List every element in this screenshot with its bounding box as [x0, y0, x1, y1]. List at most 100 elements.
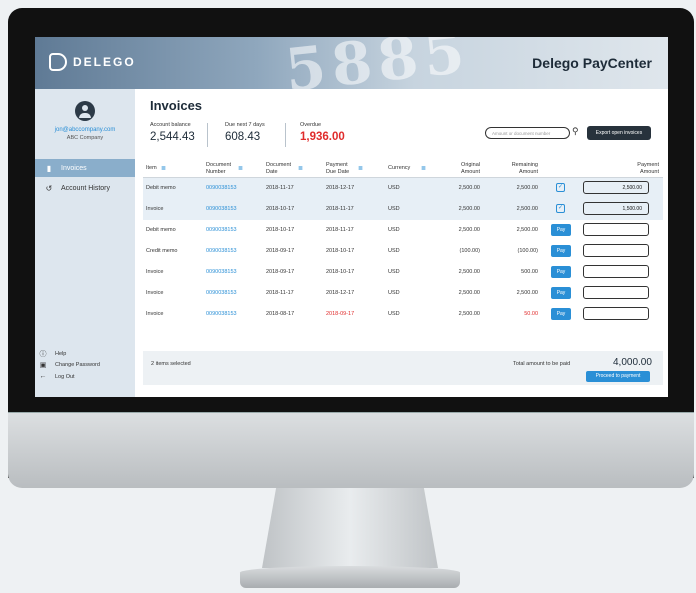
filter-icon[interactable]: ≣: [421, 165, 426, 172]
document-number-link[interactable]: 0090038153: [206, 185, 237, 191]
avatar-icon[interactable]: [75, 101, 95, 121]
payment-amount-input[interactable]: [583, 265, 649, 278]
page-title: Invoices: [150, 98, 203, 113]
help-icon: ⓘ: [39, 351, 47, 358]
table-cell: 2018-09-17: [266, 269, 295, 275]
document-number-link[interactable]: 0090038153: [206, 206, 237, 212]
pay-button[interactable]: Pay: [551, 245, 571, 257]
table-row[interactable]: Invoice 0090038153 2018-11-17 2018-12-17 USD…: [143, 283, 663, 304]
table-cell: 2018-10-17: [266, 206, 295, 212]
table-cell: 2018-09-17: [326, 311, 355, 317]
filter-icon[interactable]: ≣: [298, 165, 303, 172]
history-icon: ↺: [45, 183, 53, 193]
table-cell: 2018-09-17: [266, 248, 295, 254]
pay-button[interactable]: Pay: [551, 224, 571, 236]
column-header[interactable]: Document Number: [206, 162, 256, 175]
payment-amount-input[interactable]: 2,500.00: [583, 181, 649, 194]
payment-amount-input[interactable]: [583, 244, 649, 257]
filter-icon[interactable]: ≣: [358, 165, 363, 172]
table-row[interactable]: Invoice 0090038153 2018-08-17 2018-09-17 USD…: [143, 304, 663, 325]
monitor-chin: [8, 412, 694, 488]
table-cell: Invoice: [146, 311, 164, 317]
divider: [285, 123, 286, 147]
table-row[interactable]: Invoice 0090038153 2018-10-17 2018-11-17 USD…: [143, 199, 663, 220]
select-checkbox[interactable]: ✓: [556, 183, 565, 192]
export-open-invoices-button[interactable]: Export open invoices: [587, 126, 651, 140]
column-header[interactable]: Remaining Amount: [488, 162, 538, 175]
payment-amount-input[interactable]: 1,500.00: [583, 202, 649, 215]
search-input[interactable]: Amount or document number: [485, 127, 570, 139]
table-cell: 2,500.00: [516, 206, 538, 212]
table-cell: Invoice: [146, 269, 164, 275]
table-cell: 2018-08-17: [266, 311, 295, 317]
table-cell: (100.00): [459, 248, 481, 254]
table-row[interactable]: Debit memo 0090038153 2018-10-17 2018-11-17…: [143, 220, 663, 241]
stat-value: 2,544.43: [150, 131, 195, 143]
search-icon[interactable]: ⚲: [572, 126, 579, 137]
filter-icon[interactable]: ≣: [161, 165, 166, 172]
table-row[interactable]: Debit memo 0090038153 2018-11-17 2018-12-17…: [143, 178, 663, 199]
table-cell: 2018-12-17: [326, 185, 355, 191]
table-cell: 2,500.00: [458, 269, 480, 275]
table-cell: USD: [388, 227, 400, 233]
stat-account-balance: Account balance 2,544.43: [150, 122, 195, 143]
logo-mark-icon: [49, 53, 67, 71]
document-number-link[interactable]: 0090038153: [206, 227, 237, 233]
filter-icon[interactable]: ≣: [238, 165, 243, 172]
column-header-line: Amount: [461, 168, 480, 175]
table-cell: 2018-12-17: [326, 290, 355, 296]
column-header[interactable]: Payment Due Date: [326, 162, 376, 175]
sidebar-item-invoices[interactable]: ▮ Invoices: [35, 159, 135, 177]
table-cell: 2,500.00: [458, 185, 480, 191]
lock-icon: ▣: [39, 362, 47, 369]
table-cell: Invoice: [146, 206, 164, 212]
monitor-stand-neck: [262, 488, 438, 568]
column-header-line: Payment: [637, 162, 659, 168]
table-cell: 2,500.00: [458, 206, 480, 212]
monitor-stand-foot: [240, 566, 460, 588]
pay-button[interactable]: Pay: [551, 287, 571, 299]
table-cell: 2018-10-17: [326, 269, 355, 275]
sidebar-item-account-history[interactable]: ↺ Account History: [35, 179, 135, 197]
table-cell: Debit memo: [146, 185, 176, 191]
column-header[interactable]: Document Date: [266, 162, 316, 175]
column-header[interactable]: Original Amount: [430, 162, 480, 175]
column-header-line: Amount: [640, 168, 659, 175]
table-cell: USD: [388, 269, 400, 275]
change-password-link[interactable]: ▣ Change Password: [35, 361, 135, 369]
payment-amount-input[interactable]: [583, 286, 649, 299]
user-email[interactable]: jon@abccompany.com: [35, 127, 135, 133]
document-number-link[interactable]: 0090038153: [206, 248, 237, 254]
pay-button[interactable]: Pay: [551, 308, 571, 320]
document-number-link[interactable]: 0090038153: [206, 311, 237, 317]
help-link[interactable]: ⓘ Help: [35, 349, 135, 359]
payment-amount-input[interactable]: [583, 223, 649, 236]
total-value: 4,000.00: [613, 357, 652, 368]
log-out-link[interactable]: ← Log Out: [35, 373, 135, 380]
table-cell: USD: [388, 185, 400, 191]
table-cell: 2,500.00: [458, 227, 480, 233]
table-cell: Invoice: [146, 290, 164, 296]
table-row[interactable]: Invoice 0090038153 2018-09-17 2018-10-17 USD…: [143, 262, 663, 283]
delego-logo[interactable]: DELEGO: [49, 53, 136, 71]
arrow-left-icon: ←: [39, 373, 47, 380]
main-content: Invoices Account balance 2,544.43 Due ne…: [135, 89, 668, 397]
document-number-link[interactable]: 0090038153: [206, 269, 237, 275]
column-header[interactable]: Item: [146, 165, 196, 172]
stat-value: 1,936.00: [300, 131, 345, 143]
total-label: Total amount to be paid: [513, 361, 571, 367]
select-checkbox[interactable]: ✓: [556, 204, 565, 213]
table-row[interactable]: Credit memo 0090038153 2018-09-17 2018-10-1…: [143, 241, 663, 262]
table-cell: USD: [388, 290, 400, 296]
column-header[interactable]: Payment Amount: [593, 162, 659, 175]
sidebar-item-label: Invoices: [61, 164, 87, 172]
pay-button[interactable]: Pay: [551, 266, 571, 278]
document-number-link[interactable]: 0090038153: [206, 290, 237, 296]
table-cell: USD: [388, 311, 400, 317]
stat-label: Due next 7 days: [225, 122, 265, 128]
table-body: Debit memo 0090038153 2018-11-17 2018-12-17…: [143, 178, 663, 325]
payment-amount-input[interactable]: [583, 307, 649, 320]
proceed-to-payment-button[interactable]: Proceed to payment: [586, 371, 650, 382]
selected-count: 2 items selected: [151, 361, 191, 367]
table-cell: 2,500.00: [516, 290, 538, 296]
